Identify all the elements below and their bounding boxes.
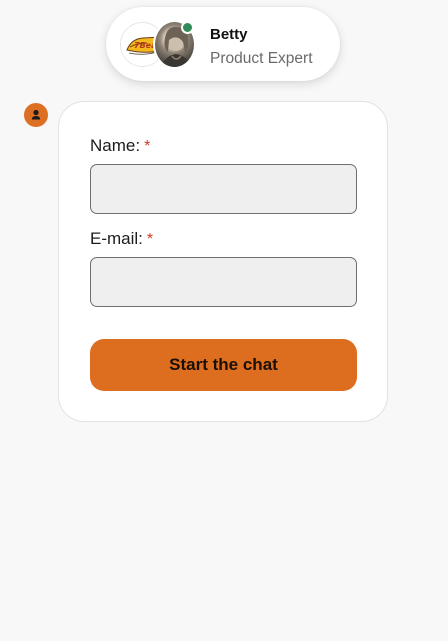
name-required-mark: * [144, 138, 151, 155]
user-icon [31, 109, 41, 120]
email-label: E-mail: * [90, 229, 153, 249]
agent-header: 7Bear Betty Product Expert [106, 7, 340, 81]
name-input[interactable] [90, 164, 357, 214]
agent-name: Betty [210, 26, 248, 43]
email-label-text: E-mail: [90, 229, 143, 248]
name-label-text: Name: [90, 136, 141, 155]
prechat-form: Name: * E-mail: * Start the chat [58, 101, 388, 422]
email-input[interactable] [90, 257, 357, 307]
user-avatar [24, 103, 48, 127]
email-required-mark: * [146, 231, 154, 248]
agent-role: Product Expert [210, 50, 313, 67]
name-label: Name: * [90, 136, 150, 156]
online-status-indicator [181, 21, 194, 34]
start-chat-button[interactable]: Start the chat [90, 339, 357, 391]
chat-widget: 7Bear Betty Product Expert Name: * E-mail… [0, 0, 448, 641]
